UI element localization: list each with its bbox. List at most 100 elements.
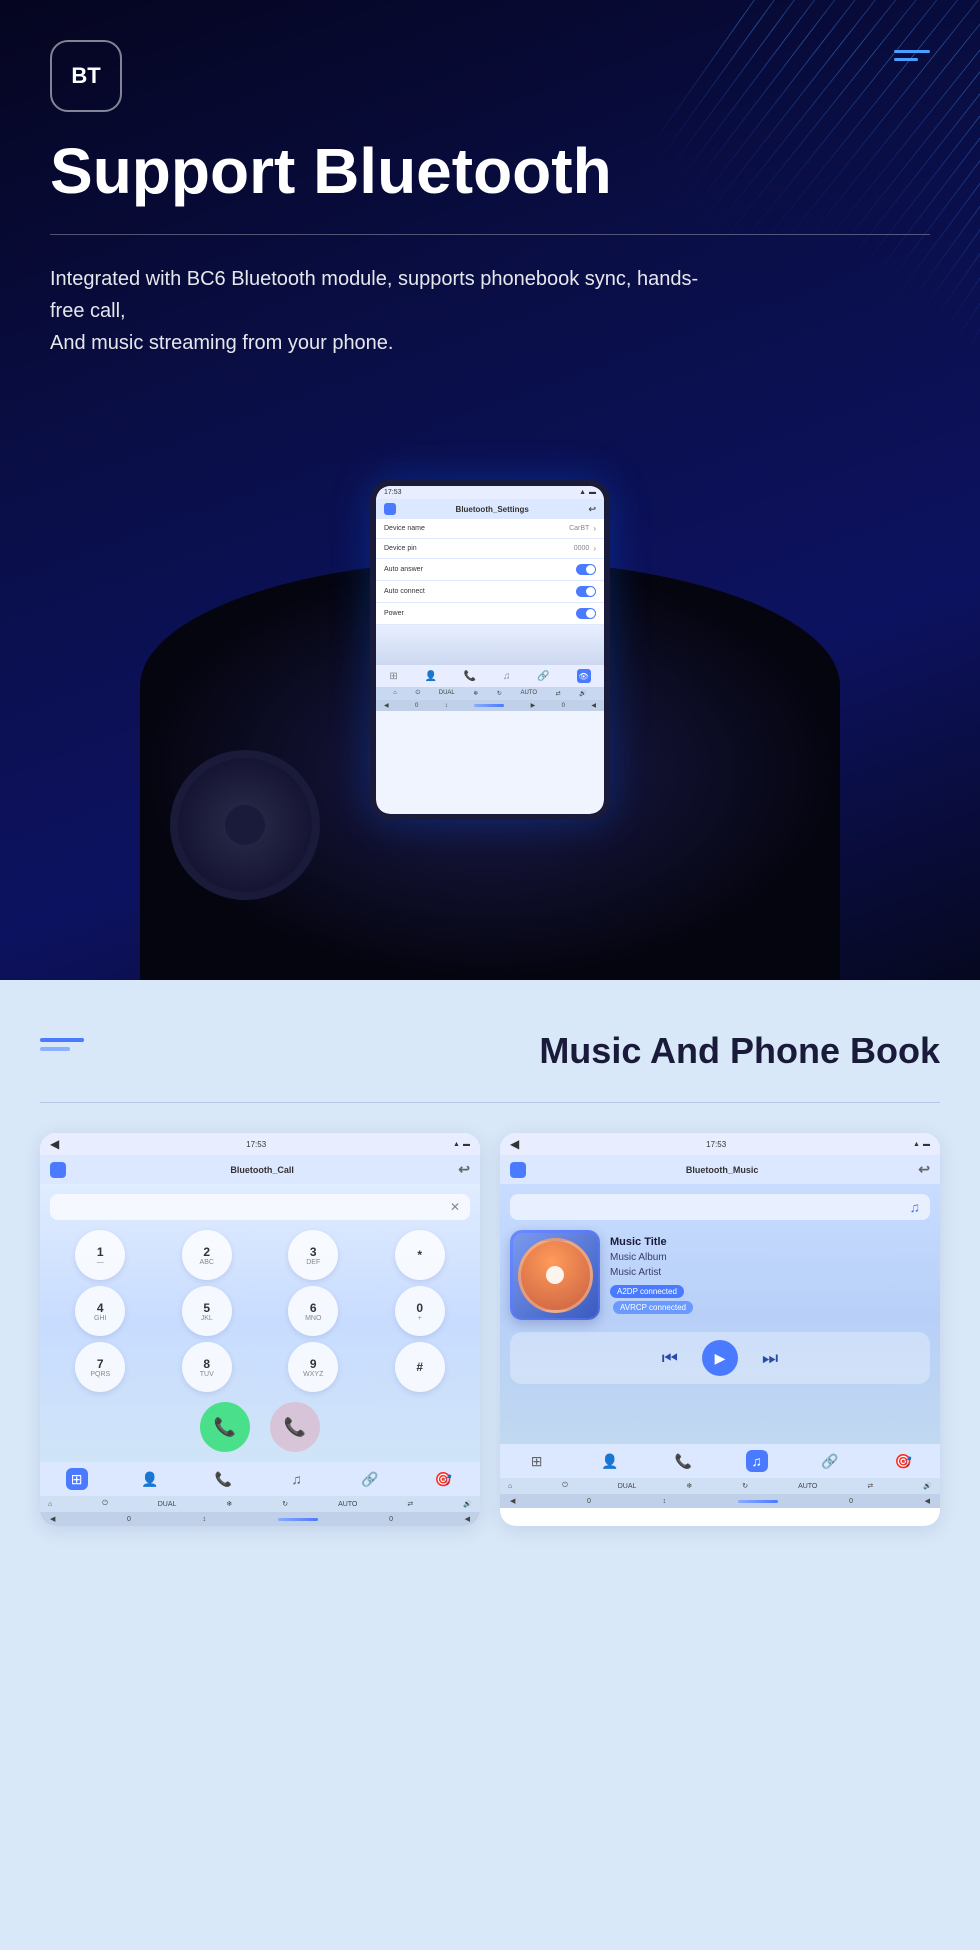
hero-section: BT Support Bluetooth Integrated with BC6… [0,0,980,980]
call-signal-icon: ▬ [463,1141,470,1148]
album-vinyl-center [546,1266,564,1284]
call-nav-phone[interactable]: 📞 [212,1468,234,1490]
screen-toggle-auto-connect[interactable] [576,586,596,597]
call-home-icon[interactable] [50,1162,66,1178]
music-status-icons: ▲ ▬ [913,1141,930,1148]
screen-row-label-auto-answer: Auto answer [384,566,423,573]
nav-person-icon[interactable]: 👤 [425,671,437,682]
nav-active-icon[interactable]: 👁 [577,669,591,683]
ctrl-back[interactable]: ◀ [384,702,389,709]
music-nav-phone[interactable]: 📞 [672,1450,694,1472]
music-sys-home[interactable]: ⌂ [508,1483,512,1490]
music-sys-arr[interactable]: ⇄ [867,1482,873,1490]
call-hangup-button[interactable]: 📞 [270,1402,320,1452]
music-nav-person[interactable]: 👤 [599,1450,621,1472]
dial-key-8[interactable]: 8 TUV [182,1342,232,1392]
music-nav-grid[interactable]: ⊞ [526,1450,548,1472]
call-ctrl-zero-r: 0 [389,1516,393,1523]
music-home-icon[interactable] [510,1162,526,1178]
dial-key-2[interactable]: 2 ABC [182,1230,232,1280]
dial-key-4[interactable]: 4 GHI [75,1286,125,1336]
music-nav-link[interactable]: 🔗 [819,1450,841,1472]
nav-link-icon[interactable]: 🔗 [537,671,549,682]
call-sys-power[interactable]: ⏻ [102,1500,108,1508]
call-header: Bluetooth_Call ↩ [40,1155,480,1184]
music-ctrl-fwd[interactable]: ◀ [925,1497,930,1505]
music-nav-music[interactable]: ♫ [746,1450,768,1472]
music-ctrl-back[interactable]: ◀ [510,1497,515,1505]
screen-toggle-auto-answer[interactable] [576,564,596,575]
call-sys-cycle[interactable]: ↻ [282,1500,288,1508]
call-nav-music[interactable]: ♫ [286,1468,308,1490]
call-buttons-row: 📞 📞 [50,1402,470,1452]
menu-icon[interactable] [894,50,930,61]
screen-header: Bluetooth_Settings ↩ [376,499,604,519]
music-sys-auto: AUTO [798,1483,817,1490]
nav-grid-icon[interactable]: ⊞ [389,671,397,682]
call-nav-link[interactable]: 🔗 [359,1468,381,1490]
next-button[interactable]: ⏭ [762,1348,778,1369]
call-ctrl-back[interactable]: ◀ [50,1515,55,1523]
call-nav-person[interactable]: 👤 [139,1468,161,1490]
call-sys-vol[interactable]: 🔊 [463,1500,472,1508]
music-body: ♫ Music Title M [500,1184,940,1444]
dial-sub-8: TUV [200,1371,214,1378]
sys-arrows[interactable]: ⇄ [556,690,561,697]
wifi-icon: ▲ [579,489,586,496]
nav-music-icon[interactable]: ♫ [503,671,511,682]
prev-button[interactable]: ⏮ [662,1348,678,1369]
call-answer-button[interactable]: 📞 [200,1402,250,1452]
music-note-icon[interactable]: ♫ [910,1199,921,1215]
call-ctrl-slider[interactable] [278,1518,318,1521]
play-icon: ▶ [715,1350,726,1367]
music-sys-power[interactable]: ⏻ [562,1482,568,1490]
section-menu-icon[interactable] [40,1038,84,1051]
music-sys-cycle[interactable]: ↻ [742,1482,748,1490]
dial-key-6[interactable]: 6 MNO [288,1286,338,1336]
music-sys-dual: DUAL [618,1483,637,1490]
sys-snowflake[interactable]: ❄ [473,690,478,697]
dial-sub-4: GHI [94,1315,106,1322]
screen-status-icons: ▲ ▬ [579,489,596,496]
screen-toggle-power[interactable] [576,608,596,619]
dial-key-0[interactable]: 0 + [395,1286,445,1336]
dial-key-1[interactable]: 1 — [75,1230,125,1280]
sys-home[interactable]: ⌂ [393,690,397,697]
call-phone-mockup: ◀ 17:53 ▲ ▬ Bluetooth_Call ↩ ✕ [40,1133,480,1526]
ctrl-slider[interactable] [474,704,504,707]
dial-key-7[interactable]: 7 PQRS [75,1342,125,1392]
sys-vol[interactable]: 🔊 [579,690,586,697]
car-area: 17:53 ▲ ▬ Bluetooth_Settings ↩ [140,460,840,980]
call-nav-grid[interactable]: ⊞ [66,1468,88,1490]
music-nav-target[interactable]: 🎯 [892,1450,914,1472]
sys-power[interactable]: ⏻ [415,690,420,697]
call-sys-snow[interactable]: ❄ [226,1500,232,1508]
dial-key-9[interactable]: 9 WXYZ [288,1342,338,1392]
music-signal-icon: ▬ [923,1141,930,1148]
dial-key-3[interactable]: 3 DEF [288,1230,338,1280]
call-back-arrow[interactable]: ◀ [50,1137,59,1151]
call-ctrl-fwd[interactable]: ◀ [465,1515,470,1523]
ctrl-forward[interactable]: ▶ [531,702,536,709]
dial-key-5[interactable]: 5 JKL [182,1286,232,1336]
play-button[interactable]: ▶ [702,1340,738,1376]
call-nav-target[interactable]: 🎯 [432,1468,454,1490]
music-sys-snow[interactable]: ❄ [686,1482,692,1490]
dial-sub-6: MNO [305,1315,321,1322]
badge-avrcp: AVRCP connected [613,1301,693,1314]
music-ctrl-slider[interactable] [738,1500,778,1503]
call-sys-home[interactable]: ⌂ [48,1501,52,1508]
nav-phone-icon[interactable]: 📞 [464,671,476,682]
music-sys-vol[interactable]: 🔊 [923,1482,932,1490]
music-back-icon[interactable]: ↩ [918,1161,930,1178]
screen-back-button[interactable]: ↩ [588,504,596,515]
dial-key-star[interactable]: * [395,1230,445,1280]
screen-row-power: Power [376,603,604,625]
call-sys-arr[interactable]: ⇄ [407,1500,413,1508]
sys-cycle[interactable]: ↻ [497,690,502,697]
dialer-clear[interactable]: ✕ [450,1200,460,1214]
call-back-icon[interactable]: ↩ [458,1161,470,1178]
music-back-arrow[interactable]: ◀ [510,1137,519,1151]
dial-key-hash[interactable]: # [395,1342,445,1392]
ctrl-more[interactable]: ◀ [591,702,596,709]
